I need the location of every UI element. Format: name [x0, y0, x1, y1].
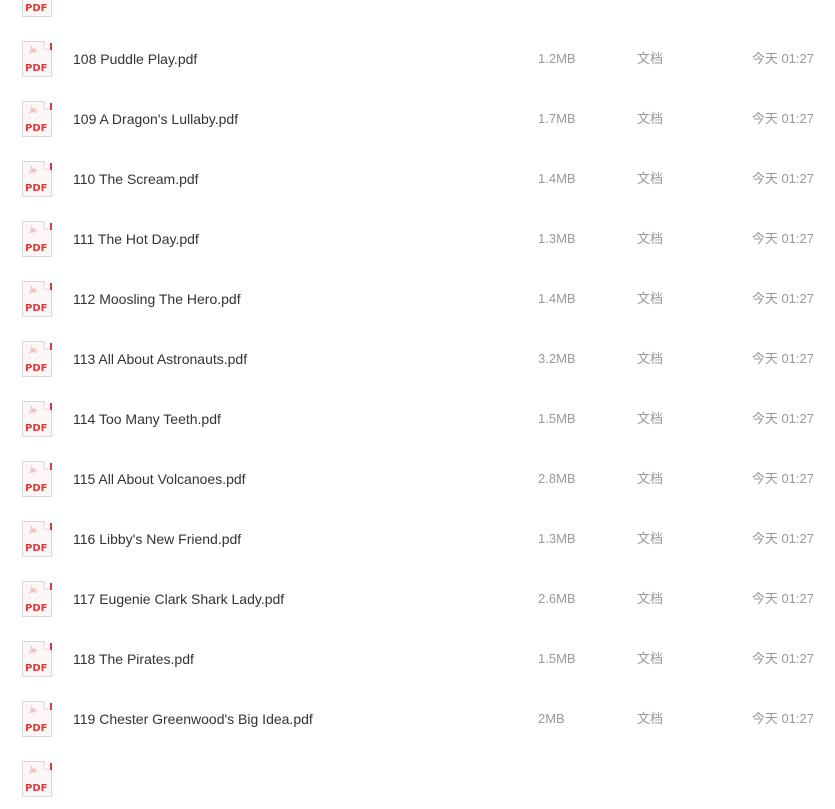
- pdf-file-icon: PDF: [21, 100, 53, 138]
- file-modified-time: 今天 01:27: [751, 591, 814, 606]
- pdf-file-icon: PDF: [21, 0, 53, 18]
- file-size: 3.2MB: [538, 351, 576, 366]
- file-row[interactable]: PDF 110 The Scream.pdf 1.4MB 文档 今天 01:27: [0, 149, 835, 209]
- file-modified-time: 今天 01:27: [751, 111, 814, 126]
- file-name[interactable]: 116 Libby's New Friend.pdf: [73, 509, 241, 569]
- pdf-file-icon: PDF: [21, 640, 53, 678]
- file-type: 文档: [637, 51, 664, 66]
- file-type: 文档: [637, 351, 664, 366]
- file-type: 文档: [637, 171, 664, 186]
- pdf-icon-label: PDF: [25, 243, 47, 254]
- file-type: 文档: [637, 231, 664, 246]
- file-size: 2.8MB: [538, 471, 576, 486]
- file-list: PDF PDF 108 Puddle Play.pdf 1.2MB 文档 今天 …: [0, 0, 835, 809]
- file-size: 1.5MB: [538, 651, 576, 666]
- file-name[interactable]: 117 Eugenie Clark Shark Lady.pdf: [73, 569, 284, 629]
- file-row[interactable]: PDF: [0, 749, 835, 809]
- pdf-icon-label: PDF: [25, 483, 47, 494]
- pdf-file-icon: PDF: [21, 520, 53, 558]
- file-row[interactable]: PDF 111 The Hot Day.pdf 1.3MB 文档 今天 01:2…: [0, 209, 835, 269]
- pdf-icon-label: PDF: [25, 123, 47, 134]
- pdf-icon-label: PDF: [25, 783, 47, 794]
- file-modified-time: 今天 01:27: [751, 51, 814, 66]
- file-row[interactable]: PDF 108 Puddle Play.pdf 1.2MB 文档 今天 01:2…: [0, 29, 835, 89]
- pdf-icon-label: PDF: [25, 183, 47, 194]
- file-size: 1.4MB: [538, 291, 576, 306]
- pdf-file-icon: PDF: [21, 460, 53, 498]
- file-type: 文档: [637, 591, 664, 606]
- pdf-icon-label: PDF: [25, 603, 47, 614]
- file-size: 1.2MB: [538, 51, 576, 66]
- file-name[interactable]: 115 All About Volcanoes.pdf: [73, 449, 246, 509]
- file-name[interactable]: 118 The Pirates.pdf: [73, 629, 194, 689]
- pdf-file-icon: PDF: [21, 280, 53, 318]
- file-name[interactable]: 110 The Scream.pdf: [73, 149, 199, 209]
- file-name[interactable]: 119 Chester Greenwood's Big Idea.pdf: [73, 689, 313, 749]
- file-type: 文档: [637, 111, 664, 126]
- pdf-file-icon: PDF: [21, 340, 53, 378]
- pdf-file-icon: PDF: [21, 760, 53, 798]
- file-row[interactable]: PDF 117 Eugenie Clark Shark Lady.pdf 2.6…: [0, 569, 835, 629]
- file-name[interactable]: 108 Puddle Play.pdf: [73, 29, 197, 89]
- file-modified-time: 今天 01:27: [751, 231, 814, 246]
- file-modified-time: 今天 01:27: [751, 711, 814, 726]
- pdf-icon-label: PDF: [25, 543, 47, 554]
- file-type: 文档: [637, 531, 664, 546]
- file-row[interactable]: PDF 113 All About Astronauts.pdf 3.2MB 文…: [0, 329, 835, 389]
- file-name[interactable]: 111 The Hot Day.pdf: [73, 209, 199, 269]
- pdf-icon-label: PDF: [25, 663, 47, 674]
- file-row[interactable]: PDF 118 The Pirates.pdf 1.5MB 文档 今天 01:2…: [0, 629, 835, 689]
- file-size: 1.3MB: [538, 531, 576, 546]
- pdf-file-icon: PDF: [21, 40, 53, 78]
- file-modified-time: 今天 01:27: [751, 351, 814, 366]
- file-type: 文档: [637, 291, 664, 306]
- pdf-icon-label: PDF: [25, 363, 47, 374]
- file-type: 文档: [637, 411, 664, 426]
- file-type: 文档: [637, 471, 664, 486]
- file-row[interactable]: PDF 116 Libby's New Friend.pdf 1.3MB 文档 …: [0, 509, 835, 569]
- file-size: 1.7MB: [538, 111, 576, 126]
- pdf-file-icon: PDF: [21, 700, 53, 738]
- pdf-icon-label: PDF: [25, 63, 47, 74]
- pdf-file-icon: PDF: [21, 220, 53, 258]
- pdf-icon-label: PDF: [25, 303, 47, 314]
- file-row[interactable]: PDF 115 All About Volcanoes.pdf 2.8MB 文档…: [0, 449, 835, 509]
- file-row[interactable]: PDF 119 Chester Greenwood's Big Idea.pdf…: [0, 689, 835, 749]
- pdf-icon-label: PDF: [25, 723, 47, 734]
- file-modified-time: 今天 01:27: [751, 291, 814, 306]
- file-row[interactable]: PDF 114 Too Many Teeth.pdf 1.5MB 文档 今天 0…: [0, 389, 835, 449]
- file-modified-time: 今天 01:27: [751, 471, 814, 486]
- file-modified-time: 今天 01:27: [751, 531, 814, 546]
- file-modified-time: 今天 01:27: [751, 411, 814, 426]
- file-type: 文档: [637, 651, 664, 666]
- file-name[interactable]: 113 All About Astronauts.pdf: [73, 329, 247, 389]
- file-size: 1.4MB: [538, 171, 576, 186]
- pdf-file-icon: PDF: [21, 580, 53, 618]
- file-row[interactable]: PDF: [0, 0, 835, 29]
- file-row[interactable]: PDF 109 A Dragon's Lullaby.pdf 1.7MB 文档 …: [0, 89, 835, 149]
- pdf-file-icon: PDF: [21, 160, 53, 198]
- pdf-icon-label: PDF: [25, 3, 47, 14]
- file-type: 文档: [637, 711, 664, 726]
- file-size: 2MB: [538, 711, 565, 726]
- pdf-file-icon: PDF: [21, 400, 53, 438]
- file-modified-time: 今天 01:27: [751, 651, 814, 666]
- file-name[interactable]: 109 A Dragon's Lullaby.pdf: [73, 89, 238, 149]
- pdf-icon-label: PDF: [25, 423, 47, 434]
- file-name[interactable]: 114 Too Many Teeth.pdf: [73, 389, 221, 449]
- file-size: 1.3MB: [538, 231, 576, 246]
- file-row[interactable]: PDF 112 Moosling The Hero.pdf 1.4MB 文档 今…: [0, 269, 835, 329]
- file-modified-time: 今天 01:27: [751, 171, 814, 186]
- file-name[interactable]: 112 Moosling The Hero.pdf: [73, 269, 241, 329]
- file-size: 2.6MB: [538, 591, 576, 606]
- file-size: 1.5MB: [538, 411, 576, 426]
